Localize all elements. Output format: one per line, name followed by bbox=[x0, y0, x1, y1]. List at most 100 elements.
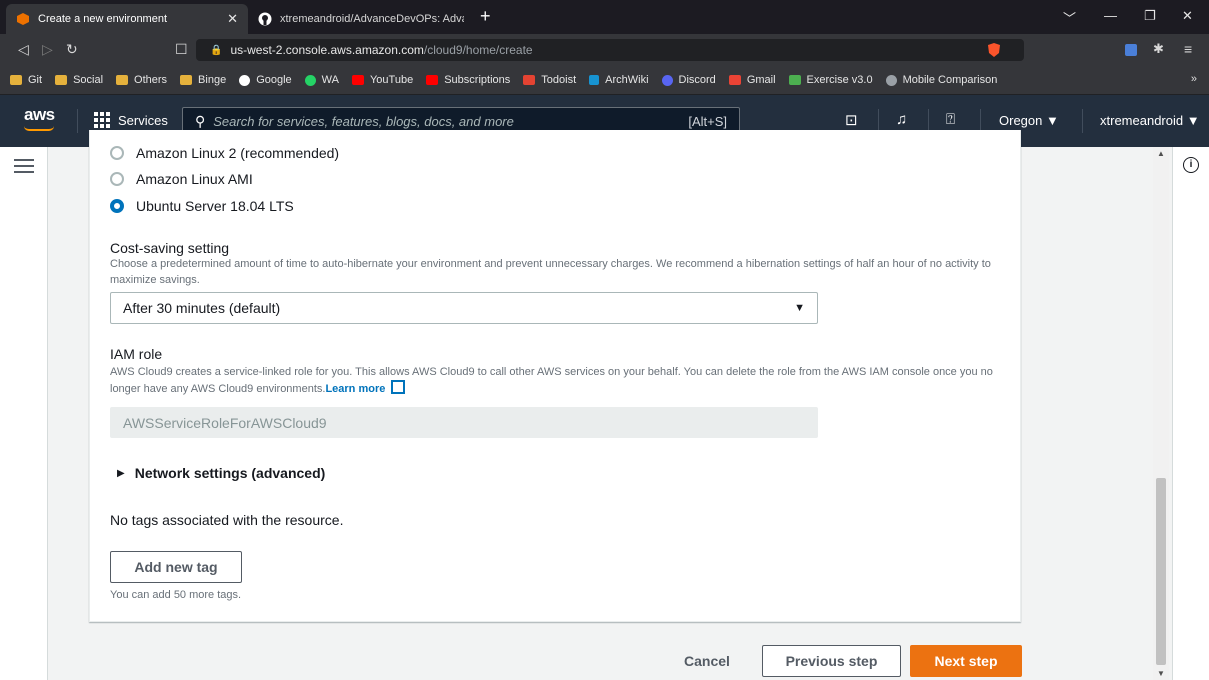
radio-button[interactable] bbox=[110, 172, 124, 186]
left-navigation-rail bbox=[0, 147, 48, 680]
bookmark-social[interactable]: Social bbox=[55, 74, 103, 86]
bookmark-todoist[interactable]: Todoist bbox=[523, 74, 576, 86]
caret-right-icon: ▶ bbox=[117, 467, 125, 479]
bookmark-google[interactable]: Google bbox=[239, 74, 292, 86]
add-new-tag-button[interactable]: Add new tag bbox=[110, 551, 242, 583]
bookmark-discord[interactable]: Discord bbox=[661, 74, 716, 86]
minimize-icon[interactable]: — bbox=[1104, 8, 1117, 23]
radio-amazon-linux-ami[interactable]: Amazon Linux AMI bbox=[110, 171, 253, 187]
hamburger-icon[interactable] bbox=[14, 159, 34, 177]
cancel-button[interactable]: Cancel bbox=[670, 645, 744, 677]
no-tags-text: No tags associated with the resource. bbox=[110, 512, 344, 528]
bookmark-icon[interactable]: ☐ bbox=[175, 41, 188, 58]
cost-saving-description: Choose a predetermined amount of time to… bbox=[110, 258, 991, 286]
discord-icon bbox=[661, 74, 673, 86]
cloudshell-icon[interactable]: ⊡ bbox=[845, 111, 858, 129]
folder-icon bbox=[180, 75, 193, 85]
divider bbox=[1082, 109, 1083, 133]
services-menu-button[interactable]: Services bbox=[94, 112, 168, 128]
youtube-icon bbox=[351, 75, 364, 85]
scrollbar-thumb[interactable] bbox=[1156, 478, 1166, 665]
iam-role-label: IAM role bbox=[110, 346, 163, 362]
bookmark-archwiki[interactable]: ArchWiki bbox=[589, 74, 649, 86]
url-path: /cloud9/home/create bbox=[423, 43, 533, 57]
search-input[interactable] bbox=[213, 113, 689, 129]
todoist-icon bbox=[523, 75, 536, 85]
bookmark-mobile-comparison[interactable]: Mobile Comparison bbox=[885, 74, 997, 86]
aws-logo[interactable]: aws bbox=[24, 105, 55, 125]
arch-icon bbox=[589, 75, 600, 85]
bookmark-subscriptions[interactable]: Subscriptions bbox=[426, 74, 510, 86]
brave-shield-icon[interactable] bbox=[986, 42, 1002, 58]
scroll-up-icon[interactable]: ▲ bbox=[1157, 149, 1165, 158]
right-tools-rail: i bbox=[1172, 147, 1209, 680]
caret-down-icon: ▼ bbox=[794, 302, 805, 314]
search-icon: ⚲ bbox=[195, 112, 206, 129]
whatsapp-icon bbox=[304, 74, 316, 86]
scroll-down-icon[interactable]: ▼ bbox=[1157, 669, 1165, 678]
page-scrollbar[interactable]: ▲ ▼ bbox=[1153, 147, 1169, 680]
reload-icon[interactable]: ↻ bbox=[66, 41, 78, 58]
bookmark-wa[interactable]: WA bbox=[304, 74, 339, 86]
url-field[interactable]: 🔒 us-west-2.console.aws.amazon.com/cloud… bbox=[196, 39, 1024, 61]
url-host: us-west-2.console.aws.amazon.com bbox=[230, 43, 424, 57]
radio-ubuntu-server[interactable]: Ubuntu Server 18.04 LTS bbox=[110, 198, 294, 214]
forward-icon[interactable]: ▷ bbox=[42, 41, 53, 58]
next-step-button[interactable]: Next step bbox=[910, 645, 1022, 677]
divider bbox=[77, 109, 78, 133]
menu-icon[interactable]: ≡ bbox=[1184, 41, 1192, 57]
maximize-icon[interactable]: ❐ bbox=[1144, 8, 1156, 24]
new-tab-button[interactable]: + bbox=[480, 6, 491, 27]
aws-smile-logo bbox=[24, 126, 54, 131]
iam-role-description: AWS Cloud9 creates a service-linked role… bbox=[110, 366, 993, 395]
back-icon[interactable]: ◁ bbox=[18, 41, 29, 58]
gmail-icon bbox=[728, 75, 741, 85]
account-menu[interactable]: xtremeandroid ▼ bbox=[1100, 113, 1200, 128]
tab-title: Create a new environment bbox=[38, 13, 168, 25]
info-icon[interactable]: i bbox=[1183, 157, 1199, 173]
cost-saving-label: Cost-saving setting bbox=[110, 240, 230, 256]
close-icon[interactable]: ✕ bbox=[227, 11, 238, 27]
exercise-icon bbox=[788, 75, 801, 85]
browser-tab-strip: Create a new environment ✕ xtremeandroid… bbox=[0, 0, 1209, 34]
help-icon[interactable]: ⍰ bbox=[946, 111, 955, 128]
window-close-icon[interactable]: ✕ bbox=[1182, 8, 1193, 24]
address-bar: ◁ ▷ ↻ ☐ 🔒 us-west-2.console.aws.amazon.c… bbox=[0, 34, 1209, 66]
bookmark-git[interactable]: Git bbox=[10, 74, 42, 86]
tab-list-chevron-icon[interactable]: ﹀ bbox=[1063, 8, 1076, 27]
tab-create-environment[interactable]: Create a new environment ✕ bbox=[6, 4, 248, 34]
cost-saving-select[interactable]: After 30 minutes (default) ▼ bbox=[110, 292, 818, 324]
folder-icon bbox=[10, 75, 22, 85]
folder-icon bbox=[116, 75, 129, 85]
radio-amazon-linux-2[interactable]: Amazon Linux 2 (recommended) bbox=[110, 145, 339, 161]
tags-remaining-hint: You can add 50 more tags. bbox=[110, 589, 242, 601]
bookmark-exercise[interactable]: Exercise v3.0 bbox=[788, 74, 873, 86]
search-shortcut: [Alt+S] bbox=[688, 113, 727, 129]
folder-icon bbox=[55, 75, 68, 85]
radio-button-selected[interactable] bbox=[110, 199, 124, 213]
bell-icon[interactable]: ♫ bbox=[896, 111, 907, 128]
bookmarks-overflow-icon[interactable]: » bbox=[1191, 73, 1197, 85]
github-icon bbox=[258, 12, 272, 26]
youtube-icon bbox=[426, 75, 439, 85]
bookmarks-bar: Git Social Others Binge Google WA YouTub… bbox=[0, 66, 1209, 95]
tab-github-repo[interactable]: xtremeandroid/AdvanceDevOPs: Adva bbox=[248, 4, 474, 34]
globe-icon bbox=[885, 74, 897, 86]
region-selector[interactable]: Oregon ▼ bbox=[999, 113, 1059, 128]
grid-icon bbox=[94, 112, 110, 128]
bookmark-binge[interactable]: Binge bbox=[180, 74, 226, 86]
extensions-puzzle-icon[interactable]: ✱ bbox=[1153, 41, 1164, 57]
lock-icon: 🔒 bbox=[210, 44, 223, 56]
bookmark-gmail[interactable]: Gmail bbox=[728, 74, 776, 86]
cost-saving-selected-value: After 30 minutes (default) bbox=[123, 300, 281, 316]
bookmark-youtube[interactable]: YouTube bbox=[351, 74, 413, 86]
tab-title: xtremeandroid/AdvanceDevOPs: Adva bbox=[280, 13, 464, 25]
aws-cube-icon bbox=[17, 13, 29, 25]
previous-step-button[interactable]: Previous step bbox=[762, 645, 901, 677]
learn-more-link[interactable]: Learn more bbox=[325, 383, 385, 395]
extension-shield-icon[interactable] bbox=[1124, 43, 1138, 57]
network-settings-expander[interactable]: ▶ Network settings (advanced) bbox=[117, 465, 325, 481]
external-link-icon[interactable] bbox=[391, 380, 406, 394]
radio-button[interactable] bbox=[110, 146, 124, 160]
bookmark-others[interactable]: Others bbox=[116, 74, 167, 86]
